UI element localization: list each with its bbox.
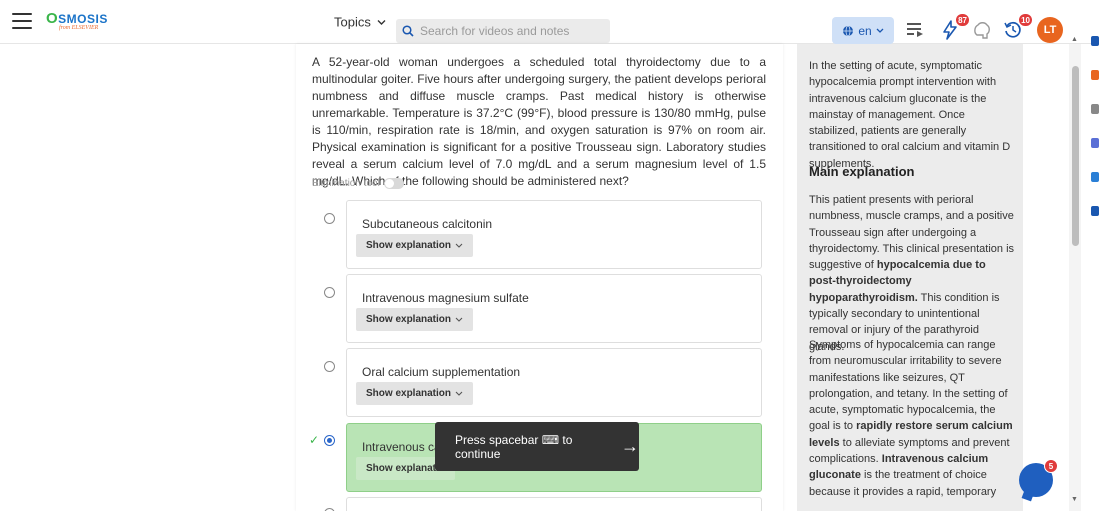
continue-toast[interactable]: Press spacebar ⌨ to continue → <box>435 422 639 471</box>
sidebar-icon[interactable] <box>1091 70 1099 80</box>
topics-dropdown[interactable]: Topics <box>334 15 386 30</box>
explanation-summary: In the setting of acute, symptomatic hyp… <box>809 60 1011 170</box>
sidebar-icon[interactable] <box>1091 138 1099 148</box>
lightning-badge: 87 <box>955 13 970 27</box>
elimination-toggle[interactable] <box>383 178 404 189</box>
explanation-panel: In the setting of acute, symptomatic hyp… <box>797 44 1023 511</box>
option-label: Oral calcium supplementation <box>362 365 521 379</box>
explanation-paragraph-1: This patient presents with perioral numb… <box>809 194 1015 353</box>
option-label: Subcutaneous calcitonin <box>362 217 493 231</box>
elimination-tool: Elimination tool <box>312 178 404 189</box>
scroll-down-icon[interactable]: ▼ <box>1071 496 1078 503</box>
chevron-down-icon <box>455 391 463 396</box>
lightning-icon[interactable]: 87 <box>940 13 970 42</box>
chat-icon[interactable]: 5 <box>1019 459 1058 497</box>
option-radio-3[interactable] <box>324 361 335 372</box>
answer-option-1[interactable]: Subcutaneous calcitonin Show explanation <box>346 200 762 269</box>
show-explanation-button[interactable]: Show explanation <box>356 382 474 405</box>
show-explanation-button[interactable]: Show explanation <box>356 308 474 331</box>
answer-option-3[interactable]: Oral calcium supplementation Show explan… <box>346 348 762 417</box>
option-label: Intravenous magnesium sulfate <box>362 291 529 305</box>
show-explanation-button[interactable]: Show explanation <box>356 234 474 257</box>
toast-text: Press spacebar ⌨ to continue <box>455 432 573 461</box>
history-icon[interactable]: 10 <box>1003 13 1033 42</box>
brain-icon[interactable] <box>972 20 994 42</box>
history-badge: 10 <box>1018 13 1033 27</box>
scrollbar-thumb[interactable] <box>1072 66 1079 246</box>
chevron-down-icon <box>377 19 386 25</box>
answer-option-2[interactable]: Intravenous magnesium sulfate Show expla… <box>346 274 762 343</box>
explanation-paragraph-2: Symptoms of hypocalcemia can range from … <box>809 339 1013 498</box>
scroll-up-icon[interactable]: ▲ <box>1071 36 1078 43</box>
option-radio-4[interactable] <box>324 435 335 446</box>
answer-option-5[interactable] <box>346 497 762 511</box>
sidebar-icon[interactable] <box>1091 206 1099 216</box>
osmosis-logo[interactable]: OSMOSIS from ELSEVIER <box>46 10 108 34</box>
question-stem: A 52-year-old woman undergoes a schedule… <box>312 55 766 188</box>
search-box <box>396 19 610 43</box>
language-selector[interactable]: en <box>832 17 894 44</box>
sidebar-icon[interactable] <box>1091 36 1099 46</box>
search-input[interactable] <box>420 24 600 38</box>
chevron-down-icon <box>455 243 463 248</box>
menu-icon[interactable] <box>12 13 32 29</box>
main-explanation-heading: Main explanation <box>809 164 915 179</box>
globe-icon <box>843 25 854 36</box>
sidebar-icon[interactable] <box>1091 172 1099 182</box>
search-icon <box>402 25 414 37</box>
chevron-down-icon <box>455 317 463 322</box>
option-radio-2[interactable] <box>324 287 335 298</box>
chevron-down-icon <box>876 28 884 33</box>
topics-label: Topics <box>334 14 371 30</box>
top-bar: OSMOSIS from ELSEVIER Topics en 87 10 LT <box>0 0 1099 44</box>
checkmark-icon: ✓ <box>309 433 320 447</box>
avatar[interactable]: LT <box>1037 17 1063 43</box>
arrow-right-icon: → <box>621 436 639 456</box>
elimination-tool-label: Elimination tool <box>312 178 380 189</box>
playlist-icon[interactable] <box>905 20 927 42</box>
sidebar-icon[interactable] <box>1091 104 1099 114</box>
option-radio-1[interactable] <box>324 213 335 224</box>
language-label: en <box>858 23 872 38</box>
chat-badge: 5 <box>1044 459 1058 473</box>
